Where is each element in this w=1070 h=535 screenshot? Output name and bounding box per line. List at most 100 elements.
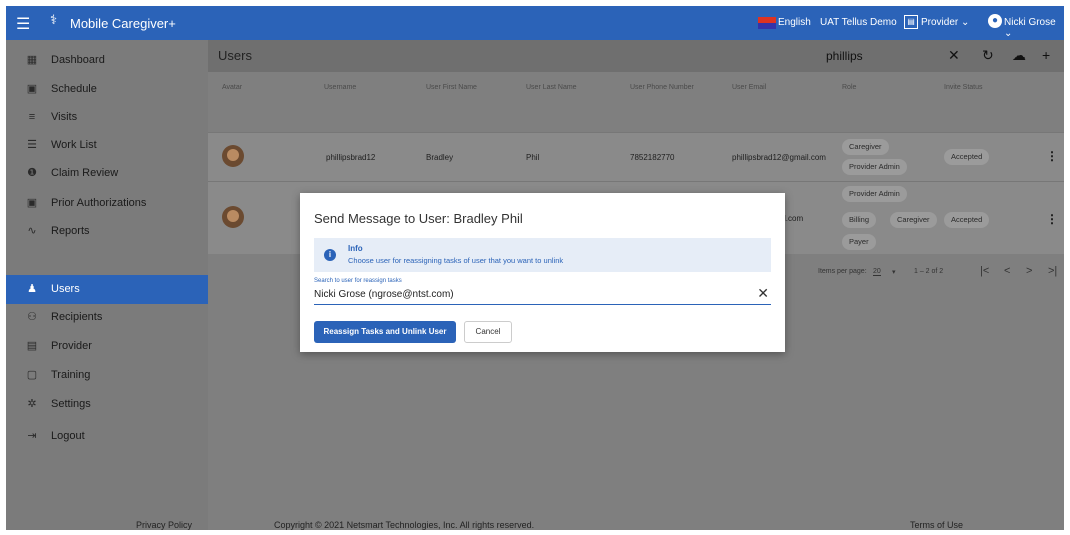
sidebar-item-reports[interactable]: ∿ Reports (6, 217, 208, 246)
more-options-icon[interactable]: ⋮ (1046, 149, 1058, 163)
sidebar-item-label: Logout (51, 430, 85, 442)
table-toolbar: Users phillips ✕ ↻ ☁ + (208, 40, 1064, 72)
role-chip: Provider Admin (842, 186, 907, 202)
privacy-policy-link[interactable]: Privacy Policy (136, 520, 192, 530)
sidebar-item-visits[interactable]: ≡ Visits (6, 103, 208, 132)
column-header[interactable]: Invite Status (944, 84, 983, 91)
items-per-page-select[interactable]: 20 (873, 268, 881, 276)
column-header[interactable]: User Email (732, 84, 766, 91)
cloud-upload-icon[interactable]: ☁ (1012, 47, 1026, 64)
sidebar-item-label: Users (51, 283, 80, 295)
sidebar: ▦ Dashboard ▣ Schedule ≡ Visits ☰ Work List … (6, 40, 208, 530)
sidebar-item-label: Reports (51, 225, 90, 237)
copyright-text: Copyright © 2021 Netsmart Technologies, … (274, 520, 535, 530)
avatar (222, 206, 244, 228)
info-banner: i Info Choose user for reassigning tasks… (314, 238, 771, 272)
column-header[interactable]: User Last Name (526, 84, 577, 91)
provider-icon: ▤ (904, 15, 918, 29)
add-icon[interactable]: + (1042, 47, 1050, 63)
reassign-unlink-button[interactable]: Reassign Tasks and Unlink User (314, 321, 456, 343)
sidebar-item-users[interactable]: ♟ Users (6, 275, 208, 304)
reassign-user-value[interactable]: Nicki Grose (ngrose@ntst.com) (314, 289, 454, 300)
sidebar-item-label: Visits (51, 111, 78, 123)
status-badge: Accepted (944, 149, 990, 165)
language-selector[interactable]: English (778, 17, 811, 28)
role-chip: Caregiver (890, 212, 937, 228)
trend-icon: ∿ (27, 225, 37, 237)
user-menu[interactable]: Nicki Grose ⌄ (1004, 17, 1064, 39)
info-title: Info (348, 244, 363, 253)
account-icon: ● (988, 14, 1002, 28)
dialog-title: Send Message to User: Bradley Phil (314, 211, 523, 226)
top-bar: ☰ ⚕ Mobile Caregiver+ English UAT Tellus… (6, 6, 1064, 40)
sidebar-item-label: Provider (51, 340, 92, 352)
sidebar-item-recipients[interactable]: ⚇ Recipients (6, 303, 208, 332)
pagination-range: 1 – 2 of 2 (914, 268, 944, 275)
close-icon[interactable]: ✕ (948, 47, 960, 64)
filter-icon: ≡ (28, 111, 36, 123)
menu-icon[interactable]: ☰ (16, 14, 30, 34)
sidebar-item-dashboard[interactable]: ▦ Dashboard (6, 46, 208, 75)
people-icon: ⚇ (27, 311, 37, 323)
user-menu-label: Nicki Grose (1004, 17, 1056, 28)
search-input[interactable]: phillips (826, 49, 863, 63)
column-header[interactable]: User First Name (426, 84, 477, 91)
items-per-page-label: Items per page: (818, 268, 867, 275)
list-icon: ☰ (27, 139, 37, 151)
role-chip: Caregiver (842, 139, 889, 155)
sidebar-item-claim-review[interactable]: ❶ Claim Review (6, 159, 208, 188)
reassign-field-label: Search to user for reassign tasks (314, 278, 402, 284)
gear-icon: ✲ (27, 398, 37, 410)
calendar-icon: ▣ (26, 83, 38, 95)
sidebar-item-label: Settings (51, 398, 91, 410)
column-header[interactable]: Role (842, 84, 856, 91)
clear-icon[interactable]: ✕ (757, 285, 769, 302)
previous-page-icon[interactable]: < (1004, 265, 1010, 277)
video-icon: ▢ (26, 369, 38, 381)
logout-icon: ⇥ (27, 430, 37, 442)
role-chip: Provider Admin (842, 159, 907, 175)
logo-icon: ⚕ (50, 12, 58, 27)
first-name-cell: Bradley (426, 153, 454, 162)
dashboard-icon: ▦ (26, 54, 38, 66)
info-icon: i (324, 249, 336, 261)
column-header[interactable]: Avatar (222, 84, 242, 91)
phone-cell: 7852182770 (630, 153, 675, 162)
first-page-icon[interactable]: |< (980, 265, 989, 277)
alert-icon: ❶ (27, 167, 37, 179)
username-cell: phillipsbrad12 (326, 153, 376, 162)
sidebar-item-label: Work List (51, 139, 97, 151)
sidebar-item-training[interactable]: ▢ Training (6, 361, 208, 390)
role-chip: Billing (842, 212, 877, 228)
sidebar-item-schedule[interactable]: ▣ Schedule (6, 75, 208, 104)
sidebar-item-logout[interactable]: ⇥ Logout (6, 422, 208, 451)
app-title: Mobile Caregiver+ (70, 16, 176, 31)
sidebar-item-prior-authorizations[interactable]: ▣ Prior Authorizations (6, 189, 208, 218)
role-menu[interactable]: Provider ⌄ (921, 17, 969, 28)
reassign-user-field[interactable]: Nicki Grose (ngrose@ntst.com) ✕ (314, 285, 771, 305)
sidebar-item-label: Prior Authorizations (51, 197, 147, 209)
role-chip: Payer (842, 234, 876, 250)
sidebar-item-label: Claim Review (51, 167, 119, 179)
page-title: Users (218, 48, 252, 63)
cancel-button[interactable]: Cancel (464, 321, 512, 343)
flag-icon (758, 17, 776, 29)
more-options-icon[interactable]: ⋮ (1046, 212, 1058, 226)
sidebar-item-settings[interactable]: ✲ Settings (6, 390, 208, 419)
sidebar-item-label: Recipients (51, 311, 103, 323)
column-header[interactable]: Username (324, 84, 356, 91)
column-header[interactable]: User Phone Number (630, 84, 694, 91)
chevron-down-icon[interactable]: ▾ (892, 268, 896, 276)
sidebar-item-work-list[interactable]: ☰ Work List (6, 131, 208, 160)
terms-link[interactable]: Terms of Use (910, 520, 963, 530)
next-page-icon[interactable]: > (1026, 265, 1032, 277)
email-cell: l.com (784, 214, 804, 223)
table-row[interactable]: phillipsbrad12 Bradley Phil 7852182770 p… (208, 132, 1064, 181)
avatar (222, 145, 244, 167)
sidebar-item-label: Schedule (51, 83, 97, 95)
sidebar-item-provider[interactable]: ▤ Provider (6, 332, 208, 361)
info-text: Choose user for reassigning tasks of use… (348, 256, 564, 265)
last-page-icon[interactable]: >| (1048, 265, 1057, 277)
refresh-icon[interactable]: ↻ (982, 47, 994, 64)
status-badge: Accepted (944, 212, 990, 228)
